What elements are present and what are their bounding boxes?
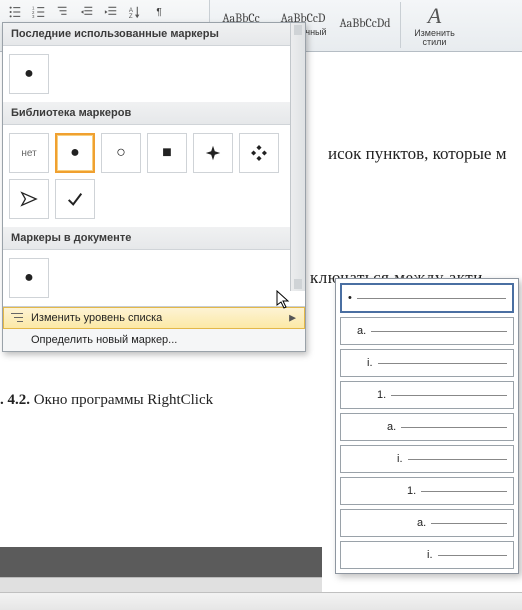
bullet-disc[interactable]: ●: [9, 54, 49, 94]
multilevel-button[interactable]: [52, 2, 74, 22]
indent-level-icon: [10, 310, 26, 326]
page-gap: [0, 547, 322, 577]
list-level-option[interactable]: •: [340, 283, 514, 313]
change-list-level-item[interactable]: Изменить уровень списка ▶: [3, 307, 305, 329]
change-styles-button[interactable]: A Изменить стили: [400, 2, 462, 48]
menu-label: Изменить уровень списка: [31, 312, 162, 324]
list-level-option[interactable]: a.: [340, 509, 514, 537]
bullet-check[interactable]: [55, 179, 95, 219]
section-in-document: Маркеры в документе: [3, 227, 305, 250]
decrease-indent-button[interactable]: [76, 2, 98, 22]
list-level-option[interactable]: i.: [340, 445, 514, 473]
bullet-disc[interactable]: ●: [55, 133, 95, 173]
caption-text: Окно программы RightClick: [34, 392, 213, 408]
list-level-option[interactable]: i.: [340, 541, 514, 569]
dropdown-menu: Изменить уровень списка ▶ Определить нов…: [3, 306, 305, 351]
bullet-diamonds[interactable]: [239, 133, 279, 173]
level-line: [378, 363, 508, 364]
figure-caption: . 4.2. Окно программы RightClick: [0, 392, 213, 409]
level-marker: 1.: [407, 485, 416, 497]
level-marker: a.: [357, 325, 366, 337]
bullet-none[interactable]: нет: [9, 133, 49, 173]
library-bullets: нет ● ○ ■: [3, 125, 305, 227]
numbering-button[interactable]: 123: [28, 2, 50, 22]
list-level-option[interactable]: a.: [340, 413, 514, 441]
style-preview: AaBbCcDd: [339, 16, 390, 30]
level-line: [391, 395, 507, 396]
list-level-option[interactable]: 1.: [340, 381, 514, 409]
increase-indent-button[interactable]: [100, 2, 122, 22]
level-line: [401, 427, 507, 428]
horizontal-scrollbar[interactable]: [0, 592, 522, 610]
level-line: [371, 331, 507, 332]
bullet-dropdown: Последние использованные маркеры ● Библи…: [2, 22, 306, 352]
level-line: [408, 459, 508, 460]
bullet-disc[interactable]: ●: [9, 258, 49, 298]
level-line: [431, 523, 507, 524]
bullet-arrow[interactable]: [9, 179, 49, 219]
doc-bullets: ●: [3, 250, 305, 306]
bullets-button[interactable]: [4, 2, 26, 22]
level-marker: 1.: [377, 389, 386, 401]
level-marker: a.: [387, 421, 396, 433]
bullet-square[interactable]: ■: [147, 133, 187, 173]
change-styles-label: Изменить стили: [407, 29, 462, 48]
style-other[interactable]: AaBbCcDd: [335, 2, 395, 46]
level-marker: i.: [427, 549, 433, 561]
level-line: [357, 298, 506, 299]
svg-text:3: 3: [32, 14, 35, 19]
section-recent: Последние использованные маркеры: [3, 23, 305, 46]
define-new-bullet-item[interactable]: Определить новый маркер...: [3, 329, 305, 351]
level-line: [421, 491, 507, 492]
sort-button[interactable]: AZ: [124, 2, 146, 22]
chevron-right-icon: ▶: [289, 313, 296, 324]
level-marker: i.: [367, 357, 373, 369]
doc-text-fragment: исок пунктов, которые м: [328, 144, 518, 164]
list-level-option[interactable]: i.: [340, 349, 514, 377]
level-marker: •: [348, 292, 352, 304]
list-level-option[interactable]: a.: [340, 317, 514, 345]
section-library: Библиотека маркеров: [3, 102, 305, 125]
bullet-circle[interactable]: ○: [101, 133, 141, 173]
level-line: [438, 555, 508, 556]
dropdown-scrollbar[interactable]: [290, 23, 305, 291]
list-level-option[interactable]: 1.: [340, 477, 514, 505]
recent-bullets: ●: [3, 46, 305, 102]
list-level-submenu: • a. i. 1. a. i. 1. a. i.: [335, 278, 519, 574]
caption-number: . 4.2.: [0, 392, 34, 408]
level-marker: a.: [417, 517, 426, 529]
menu-label: Определить новый маркер...: [31, 334, 177, 346]
show-marks-button[interactable]: ¶: [148, 2, 170, 22]
bullet-4star[interactable]: [193, 133, 233, 173]
level-marker: i.: [397, 453, 403, 465]
change-styles-icon: A: [428, 3, 441, 29]
svg-text:Z: Z: [129, 13, 133, 19]
